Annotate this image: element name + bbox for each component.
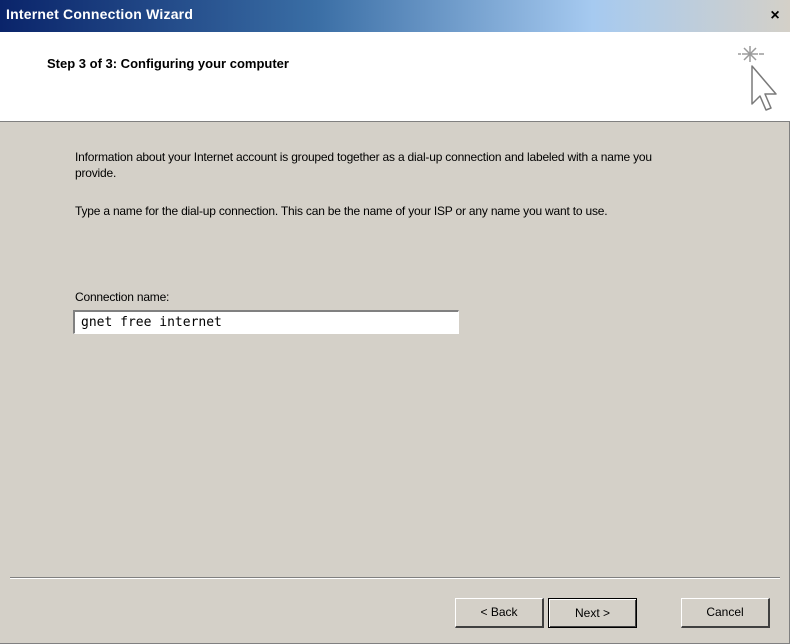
footer-separator — [10, 577, 780, 579]
instruction-paragraph: Type a name for the dial-up connection. … — [75, 204, 608, 218]
wizard-header: Step 3 of 3: Configuring your computer — [0, 32, 790, 122]
connection-name-input[interactable] — [73, 310, 459, 334]
title-bar[interactable]: Internet Connection Wizard × — [0, 0, 790, 32]
window-title: Internet Connection Wizard — [6, 6, 194, 22]
cancel-button[interactable]: Cancel — [681, 598, 770, 628]
close-icon[interactable]: × — [768, 8, 782, 24]
wizard-cursor-sparkle-icon — [738, 46, 777, 111]
connection-name-label: Connection name: — [75, 290, 170, 304]
step-title: Step 3 of 3: Configuring your computer — [47, 56, 289, 71]
info-paragraph: Information about your Internet account … — [75, 150, 652, 180]
next-button[interactable]: Next > — [548, 598, 637, 628]
wizard-window: Internet Connection Wizard × Step 3 of 3… — [0, 0, 790, 644]
back-button[interactable]: < Back — [455, 598, 544, 628]
wizard-content: Information about your Internet account … — [0, 123, 790, 578]
